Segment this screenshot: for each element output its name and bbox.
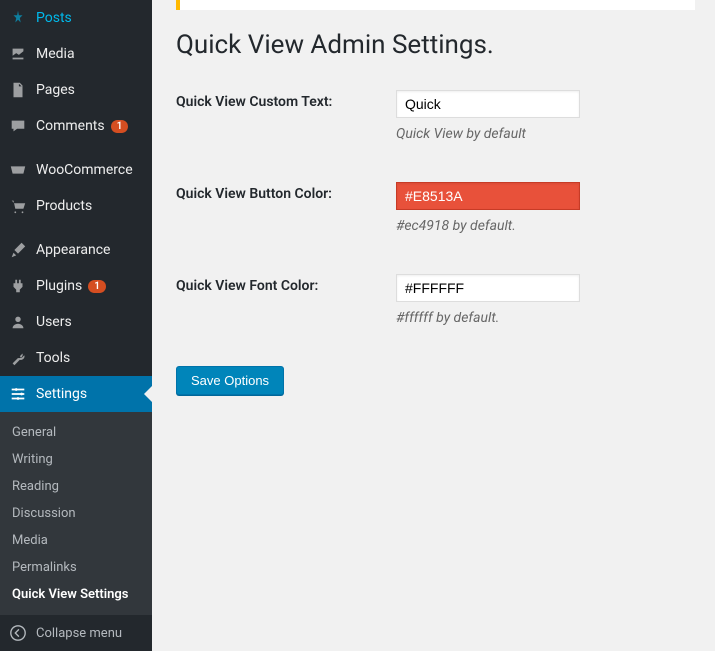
sidebar-item-label: Tools xyxy=(36,350,70,366)
cart-icon xyxy=(8,196,28,216)
sidebar-item-pages[interactable]: Pages xyxy=(0,72,152,108)
plug-icon xyxy=(8,276,28,296)
sidebar-item-appearance[interactable]: Appearance xyxy=(0,232,152,268)
collapse-label: Collapse menu xyxy=(36,626,122,641)
field-custom-text: Quick View Custom Text: Quick View by de… xyxy=(176,90,695,142)
save-button[interactable]: Save Options xyxy=(176,366,284,395)
user-icon xyxy=(8,312,28,332)
wrench-icon xyxy=(8,348,28,368)
sliders-icon xyxy=(8,384,28,404)
sidebar-item-label: Pages xyxy=(36,82,75,98)
sidebar-item-label: Appearance xyxy=(36,242,110,258)
sidebar-item-users[interactable]: Users xyxy=(0,304,152,340)
sidebar-item-label: Users xyxy=(36,314,72,330)
sidebar-item-posts[interactable]: Posts xyxy=(0,0,152,36)
font-color-input[interactable] xyxy=(396,274,580,302)
submenu-reading[interactable]: Reading xyxy=(0,473,152,500)
notice-bar xyxy=(176,0,695,10)
sidebar-item-label: Settings xyxy=(36,386,87,402)
button-color-label: Quick View Button Color: xyxy=(176,182,396,234)
submenu-discussion[interactable]: Discussion xyxy=(0,500,152,527)
submenu-permalinks[interactable]: Permalinks xyxy=(0,554,152,581)
custom-text-desc: Quick View by default xyxy=(396,126,695,142)
page-icon xyxy=(8,80,28,100)
sidebar-item-label: Plugins xyxy=(36,278,82,294)
main-content: Quick View Admin Settings. Quick View Cu… xyxy=(152,0,715,651)
sidebar-item-products[interactable]: Products xyxy=(0,188,152,224)
plugins-badge: 1 xyxy=(88,280,106,293)
woo-icon xyxy=(8,160,28,180)
submenu-media[interactable]: Media xyxy=(0,527,152,554)
media-icon xyxy=(8,44,28,64)
brush-icon xyxy=(8,240,28,260)
sidebar-item-label: Media xyxy=(36,46,75,62)
sidebar-item-settings[interactable]: Settings xyxy=(0,376,152,412)
custom-text-label: Quick View Custom Text: xyxy=(176,90,396,142)
submenu-writing[interactable]: Writing xyxy=(0,446,152,473)
page-title: Quick View Admin Settings. xyxy=(176,30,695,60)
field-button-color: Quick View Button Color: #ec4918 by defa… xyxy=(176,182,695,234)
font-color-label: Quick View Font Color: xyxy=(176,274,396,326)
admin-sidebar: Posts Media Pages Comments 1 WooCommerce… xyxy=(0,0,152,651)
pin-icon xyxy=(8,8,28,28)
sidebar-item-plugins[interactable]: Plugins 1 xyxy=(0,268,152,304)
sidebar-item-label: Comments xyxy=(36,118,105,134)
font-color-desc: #ffffff by default. xyxy=(396,310,695,326)
sidebar-item-tools[interactable]: Tools xyxy=(0,340,152,376)
submenu-general[interactable]: General xyxy=(0,419,152,446)
sidebar-item-label: WooCommerce xyxy=(36,162,133,178)
sidebar-item-comments[interactable]: Comments 1 xyxy=(0,108,152,144)
button-color-desc: #ec4918 by default. xyxy=(396,218,695,234)
sidebar-item-label: Posts xyxy=(36,10,72,26)
sidebar-item-woocommerce[interactable]: WooCommerce xyxy=(0,152,152,188)
custom-text-input[interactable] xyxy=(396,90,580,118)
sidebar-item-label: Products xyxy=(36,198,92,214)
field-font-color: Quick View Font Color: #ffffff by defaul… xyxy=(176,274,695,326)
sidebar-item-media[interactable]: Media xyxy=(0,36,152,72)
collapse-menu[interactable]: Collapse menu xyxy=(0,615,152,651)
button-color-input[interactable] xyxy=(396,182,580,210)
submenu-quickview[interactable]: Quick View Settings xyxy=(0,581,152,608)
settings-submenu: General Writing Reading Discussion Media… xyxy=(0,412,152,615)
collapse-icon xyxy=(8,623,28,643)
comment-icon xyxy=(8,116,28,136)
comments-badge: 1 xyxy=(111,120,129,133)
